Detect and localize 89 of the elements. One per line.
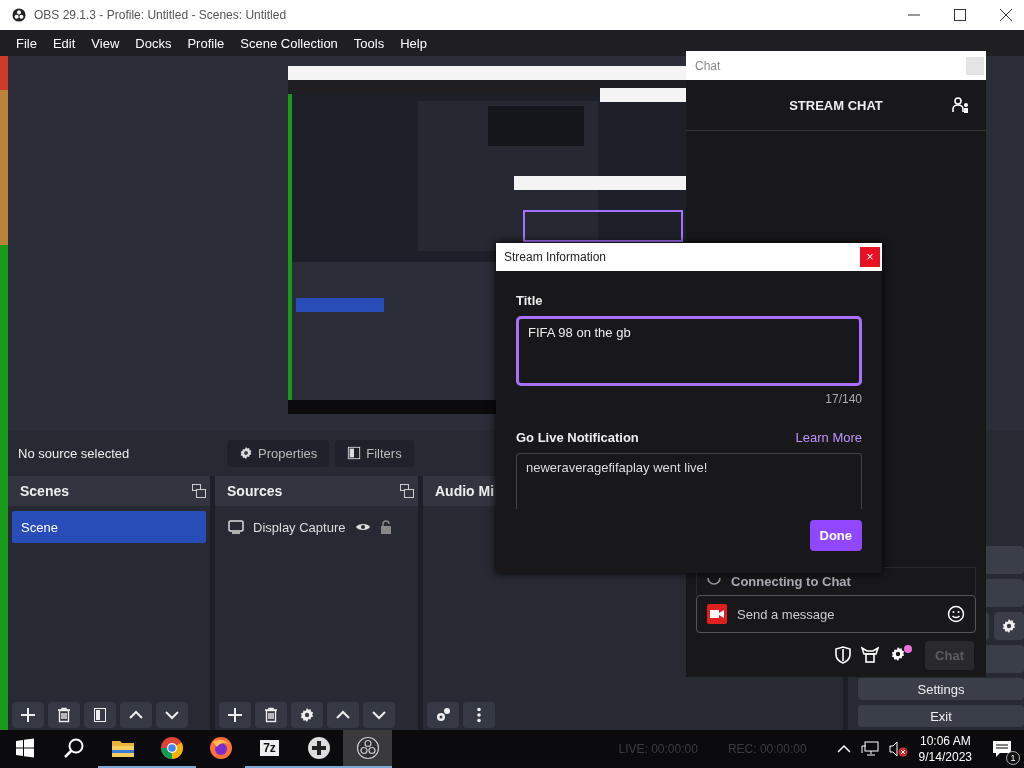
- menu-item[interactable]: Help: [392, 35, 435, 51]
- plus-icon: [227, 707, 243, 723]
- down-button[interactable]: [363, 702, 395, 728]
- source-item[interactable]: Display Capture: [219, 511, 414, 543]
- network-icon[interactable]: [860, 741, 879, 757]
- dock-title: Scenes: [20, 483, 70, 499]
- obs-taskbar-button[interactable]: [343, 730, 392, 768]
- menu-item[interactable]: File: [8, 35, 45, 51]
- filter-icon: [92, 707, 108, 723]
- source-name: Display Capture: [253, 519, 346, 535]
- search-icon: [62, 737, 85, 759]
- cogs-icon: [435, 707, 451, 723]
- filters-button[interactable]: Filters: [335, 439, 414, 467]
- dots-button[interactable]: [463, 702, 495, 728]
- close-icon[interactable]: [1000, 9, 1012, 21]
- gear-icon: [299, 707, 315, 723]
- learn-more-link[interactable]: Learn More: [795, 430, 862, 445]
- plus-button[interactable]: [12, 702, 44, 728]
- notification-field[interactable]: neweraveragefifaplay went live!: [516, 453, 862, 509]
- dialog-title: Stream Information: [504, 250, 607, 264]
- scene-name: Scene: [21, 519, 58, 535]
- dock-title: Sources: [227, 483, 283, 499]
- message-box[interactable]: Send a message: [696, 595, 976, 633]
- notification-label: Go Live Notification: [516, 430, 639, 445]
- connection-status: Connecting to Chat: [731, 574, 851, 589]
- browser-icon: [159, 736, 184, 760]
- menu-item[interactable]: Tools: [345, 35, 393, 51]
- folder-icon: [110, 738, 135, 758]
- menu-item[interactable]: Scene Collection: [232, 35, 346, 51]
- zip-app-logo: 7z: [260, 740, 279, 756]
- menu-item[interactable]: Docks: [127, 35, 180, 51]
- plus-icon: [20, 707, 36, 723]
- menu-item[interactable]: View: [83, 35, 128, 51]
- clock-date[interactable]: 9/14/2023: [918, 749, 972, 765]
- exit-button[interactable]: Exit: [858, 705, 1024, 727]
- cogs-button[interactable]: [427, 702, 459, 728]
- filter-icon: [347, 446, 362, 460]
- done-button[interactable]: Done: [809, 520, 862, 551]
- users-icon[interactable]: [952, 97, 970, 113]
- scene-item[interactable]: Scene: [12, 511, 206, 543]
- caret-up-icon[interactable]: [836, 744, 851, 754]
- spinner-icon: [707, 578, 721, 585]
- title-field[interactable]: FIFA 98 on the gb: [516, 316, 862, 386]
- trash-button[interactable]: [48, 702, 80, 728]
- down-button[interactable]: [156, 702, 188, 728]
- chat-window-title: Chat: [695, 58, 721, 73]
- fox-browser-icon: [208, 736, 233, 760]
- settings-button[interactable]: Settings: [858, 678, 1024, 700]
- up-button[interactable]: [120, 702, 152, 728]
- gear-icon: [1001, 618, 1017, 634]
- menu-item[interactable]: Profile: [179, 35, 233, 51]
- unlocked-icon[interactable]: [379, 520, 392, 534]
- zip-taskbar-button[interactable]: 7z: [245, 730, 294, 768]
- gear-button[interactable]: [291, 702, 323, 728]
- undock-icon[interactable]: [192, 484, 206, 498]
- undock-icon[interactable]: [400, 484, 414, 498]
- dpad-icon: [306, 736, 331, 760]
- emoji-icon[interactable]: [947, 605, 965, 623]
- notification-count: 1: [1006, 751, 1020, 765]
- close-button[interactable]: ×: [860, 247, 880, 267]
- source-status: No source selected: [18, 445, 131, 461]
- maximize-icon[interactable]: [954, 9, 966, 21]
- window-title: OBS 29.1.3 - Profile: Untitled - Scenes: Untitled: [34, 8, 288, 22]
- properties-button[interactable]: Properties: [227, 439, 330, 467]
- plus-button[interactable]: [219, 702, 251, 728]
- windows-logo-icon: [14, 738, 35, 758]
- volume-muted-icon[interactable]: [888, 741, 909, 757]
- clock-time[interactable]: 10:06 AM: [919, 733, 971, 749]
- trash-icon: [56, 707, 72, 723]
- dock-title: Audio Mi: [435, 483, 495, 499]
- gear-icon: [239, 446, 253, 460]
- badge-icon[interactable]: [861, 646, 880, 664]
- filter-button[interactable]: [84, 702, 116, 728]
- notifications-icon[interactable]: [992, 740, 1012, 758]
- shield-icon[interactable]: [835, 646, 852, 664]
- monitor-icon: [228, 520, 244, 534]
- trash-icon: [263, 707, 279, 723]
- camera-icon: [707, 604, 727, 624]
- obs-logo-icon: [12, 8, 26, 22]
- trash-button[interactable]: [255, 702, 287, 728]
- obs-logo-icon: [355, 736, 380, 760]
- title-label: Title: [516, 293, 544, 308]
- chat-header: STREAM CHAT: [789, 97, 883, 113]
- menu-item[interactable]: Edit: [44, 35, 84, 51]
- message-field[interactable]: Send a message: [735, 605, 939, 623]
- character-counter: 17/140: [825, 392, 862, 406]
- eye-icon[interactable]: [354, 521, 371, 533]
- settings-gear-button[interactable]: [994, 612, 1024, 640]
- up-button[interactable]: [327, 702, 359, 728]
